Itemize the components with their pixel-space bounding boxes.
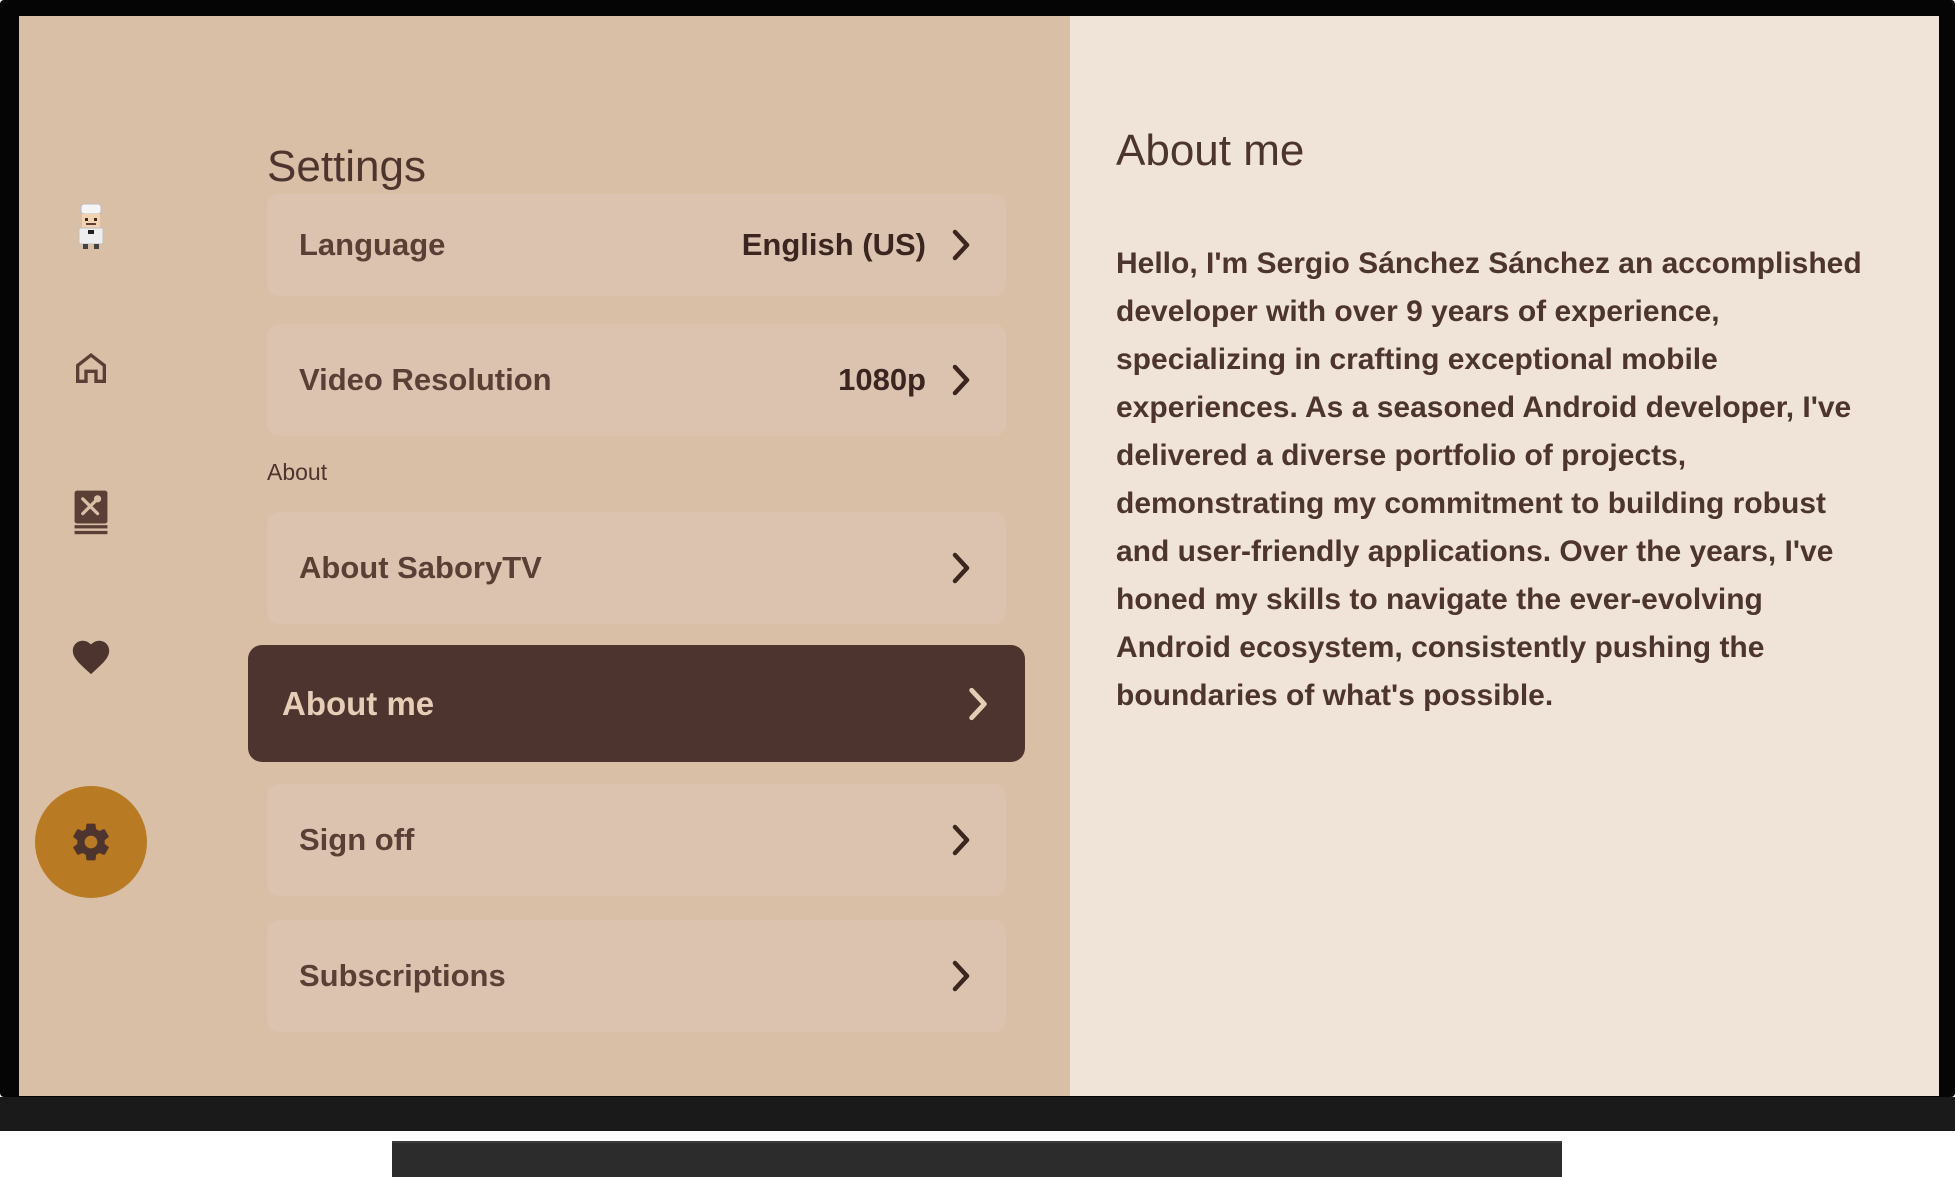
nav-profile[interactable]: [35, 170, 147, 282]
chevron-right-icon: [948, 362, 974, 398]
settings-title: Settings: [267, 142, 426, 191]
heart-icon: [72, 640, 110, 675]
setting-row-sign-off[interactable]: Sign off: [267, 784, 1006, 896]
gear-icon: [73, 823, 109, 861]
setting-row-subscriptions[interactable]: Subscriptions: [267, 920, 1006, 1032]
chevron-right-icon: [948, 822, 974, 858]
nav-settings[interactable]: [35, 786, 147, 898]
nav-recipes[interactable]: [35, 456, 147, 568]
chevron-right-icon: [948, 550, 974, 586]
tv-stand: [392, 1141, 1562, 1177]
row-label: Language: [299, 227, 446, 262]
setting-row-about-app[interactable]: About SaboryTV: [267, 512, 1006, 624]
row-label: Sign off: [299, 822, 415, 857]
tv-bezel: [0, 1097, 1955, 1131]
detail-title: About me: [1116, 126, 1305, 175]
nav-favorites[interactable]: [35, 600, 147, 712]
setting-row-about-me[interactable]: About me: [248, 645, 1025, 762]
settings-pane: Settings Language English (US) Video Res…: [19, 16, 1070, 1096]
row-value: 1080p: [838, 362, 926, 397]
row-value: English (US): [741, 227, 926, 262]
detail-body: Hello, I'm Sergio Sánchez Sánchez an acc…: [1116, 247, 1862, 712]
row-label: About me: [282, 684, 435, 722]
setting-row-language[interactable]: Language English (US): [267, 194, 1006, 296]
chef-avatar-icon: [78, 203, 104, 249]
chevron-right-icon: [965, 686, 991, 722]
row-label: About SaboryTV: [299, 550, 542, 585]
home-icon: [76, 353, 106, 383]
navigation-rail: [35, 16, 147, 1096]
row-label: Video Resolution: [299, 362, 552, 397]
nav-home[interactable]: [35, 312, 147, 424]
chevron-right-icon: [948, 227, 974, 263]
chevron-right-icon: [948, 958, 974, 994]
setting-row-video-resolution[interactable]: Video Resolution 1080p: [267, 324, 1006, 436]
recipe-book-icon: [74, 490, 108, 535]
section-label-about: About: [267, 459, 328, 485]
row-label: Subscriptions: [299, 958, 506, 993]
